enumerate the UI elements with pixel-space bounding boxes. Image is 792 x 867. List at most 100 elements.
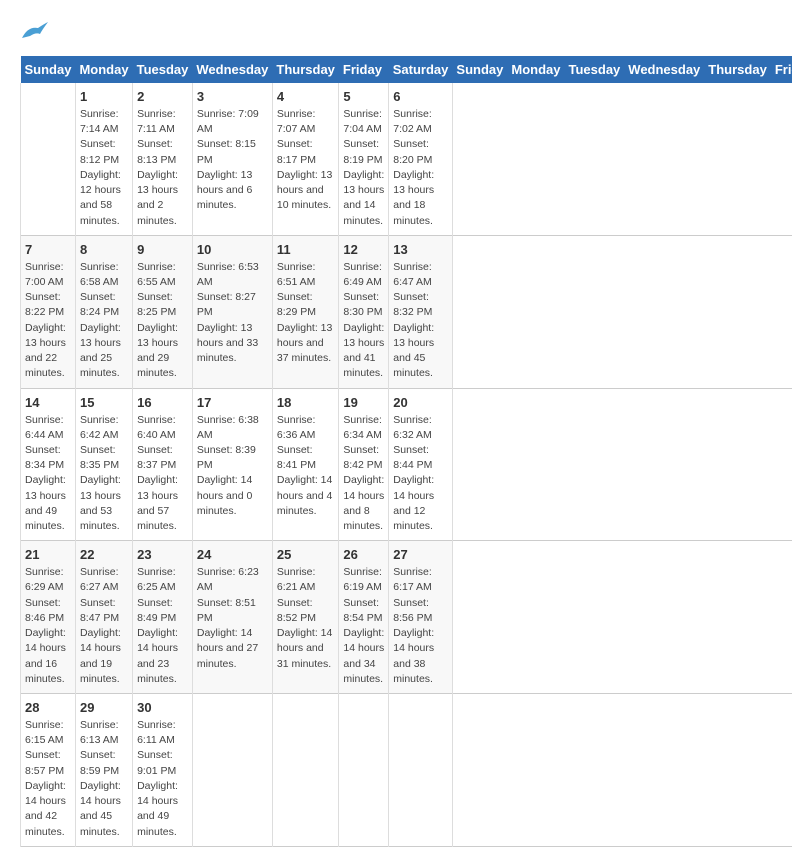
day-cell: 10 Sunrise: 6:53 AMSunset: 8:27 PMDayligh… — [192, 235, 272, 388]
day-info: Sunrise: 6:21 AMSunset: 8:52 PMDaylight:… — [277, 565, 335, 672]
logo-icon — [20, 20, 50, 44]
col-header-friday: Friday — [771, 56, 792, 83]
header-tuesday: Tuesday — [133, 56, 193, 83]
day-number: 5 — [343, 89, 384, 104]
day-cell — [389, 694, 453, 847]
day-number: 10 — [197, 242, 268, 257]
day-cell: 1Sunrise: 7:14 AMSunset: 8:12 PMDaylight… — [75, 83, 132, 235]
day-number: 29 — [80, 700, 128, 715]
day-info: Sunrise: 6:38 AMSunset: 8:39 PMDaylight:… — [197, 413, 268, 520]
header-friday: Friday — [339, 56, 389, 83]
day-info: Sunrise: 7:09 AMSunset: 8:15 PMDaylight:… — [197, 107, 268, 214]
week-row-1: 1Sunrise: 7:14 AMSunset: 8:12 PMDaylight… — [21, 83, 792, 235]
col-header-thursday: Thursday — [704, 56, 771, 83]
day-info: Sunrise: 6:51 AMSunset: 8:29 PMDaylight:… — [277, 260, 335, 367]
day-number: 27 — [393, 547, 448, 562]
day-info: Sunrise: 6:11 AMSunset: 9:01 PMDaylight:… — [137, 718, 188, 840]
day-number: 25 — [277, 547, 335, 562]
day-info: Sunrise: 6:47 AMSunset: 8:32 PMDaylight:… — [393, 260, 448, 382]
day-info: Sunrise: 6:17 AMSunset: 8:56 PMDaylight:… — [393, 565, 448, 687]
day-info: Sunrise: 7:02 AMSunset: 8:20 PMDaylight:… — [393, 107, 448, 229]
col-header-wednesday: Wednesday — [624, 56, 704, 83]
header-row: SundayMondayTuesdayWednesdayThursdayFrid… — [21, 56, 792, 83]
day-number: 16 — [137, 395, 188, 410]
day-info: Sunrise: 6:58 AMSunset: 8:24 PMDaylight:… — [80, 260, 128, 382]
day-info: Sunrise: 6:42 AMSunset: 8:35 PMDaylight:… — [80, 413, 128, 535]
day-cell: 29 Sunrise: 6:13 AMSunset: 8:59 PMDayligh… — [75, 694, 132, 847]
day-cell: 16Sunrise: 6:40 AMSunset: 8:37 PMDayligh… — [133, 388, 193, 541]
day-cell: 13 Sunrise: 6:47 AMSunset: 8:32 PMDayligh… — [389, 235, 453, 388]
day-cell: 2 Sunrise: 7:11 AMSunset: 8:13 PMDaylight… — [133, 83, 193, 235]
col-header-tuesday: Tuesday — [565, 56, 625, 83]
day-number: 7 — [25, 242, 71, 257]
day-info: Sunrise: 6:19 AMSunset: 8:54 PMDaylight:… — [343, 565, 384, 687]
day-info: Sunrise: 6:49 AMSunset: 8:30 PMDaylight:… — [343, 260, 384, 382]
week-row-4: 21 Sunrise: 6:29 AMSunset: 8:46 PMDayligh… — [21, 541, 792, 694]
day-cell: 4 Sunrise: 7:07 AMSunset: 8:17 PMDaylight… — [272, 83, 339, 235]
day-number: 22 — [80, 547, 128, 562]
day-cell: 18 Sunrise: 6:36 AMSunset: 8:41 PMDayligh… — [272, 388, 339, 541]
day-cell — [21, 83, 76, 235]
day-info: Sunrise: 6:36 AMSunset: 8:41 PMDaylight:… — [277, 413, 335, 520]
day-number: 3 — [197, 89, 268, 104]
day-info: Sunrise: 6:44 AMSunset: 8:34 PMDaylight:… — [25, 413, 71, 535]
day-number: 8 — [80, 242, 128, 257]
day-info: Sunrise: 6:34 AMSunset: 8:42 PMDaylight:… — [343, 413, 384, 535]
header-monday: Monday — [75, 56, 132, 83]
week-row-3: 14 Sunrise: 6:44 AMSunset: 8:34 PMDayligh… — [21, 388, 792, 541]
day-cell: 20 Sunrise: 6:32 AMSunset: 8:44 PMDayligh… — [389, 388, 453, 541]
day-info: Sunrise: 6:55 AMSunset: 8:25 PMDaylight:… — [137, 260, 188, 382]
day-cell: 12Sunrise: 6:49 AMSunset: 8:30 PMDayligh… — [339, 235, 389, 388]
day-cell: 22Sunrise: 6:27 AMSunset: 8:47 PMDayligh… — [75, 541, 132, 694]
day-cell: 7Sunrise: 7:00 AMSunset: 8:22 PMDaylight… — [21, 235, 76, 388]
day-number: 4 — [277, 89, 335, 104]
day-number: 13 — [393, 242, 448, 257]
day-number: 17 — [197, 395, 268, 410]
header-wednesday: Wednesday — [192, 56, 272, 83]
week-row-2: 7Sunrise: 7:00 AMSunset: 8:22 PMDaylight… — [21, 235, 792, 388]
day-number: 19 — [343, 395, 384, 410]
day-cell: 23 Sunrise: 6:25 AMSunset: 8:49 PMDayligh… — [133, 541, 193, 694]
day-info: Sunrise: 6:23 AMSunset: 8:51 PMDaylight:… — [197, 565, 268, 672]
day-info: Sunrise: 7:11 AMSunset: 8:13 PMDaylight:… — [137, 107, 188, 229]
day-number: 11 — [277, 242, 335, 257]
day-number: 20 — [393, 395, 448, 410]
day-info: Sunrise: 6:15 AMSunset: 8:57 PMDaylight:… — [25, 718, 71, 840]
day-number: 2 — [137, 89, 188, 104]
day-number: 6 — [393, 89, 448, 104]
day-info: Sunrise: 6:13 AMSunset: 8:59 PMDaylight:… — [80, 718, 128, 840]
day-info: Sunrise: 6:29 AMSunset: 8:46 PMDaylight:… — [25, 565, 71, 687]
day-number: 23 — [137, 547, 188, 562]
day-cell: 14 Sunrise: 6:44 AMSunset: 8:34 PMDayligh… — [21, 388, 76, 541]
day-info: Sunrise: 7:07 AMSunset: 8:17 PMDaylight:… — [277, 107, 335, 214]
day-number: 15 — [80, 395, 128, 410]
day-info: Sunrise: 6:53 AMSunset: 8:27 PMDaylight:… — [197, 260, 268, 367]
day-cell: 15 Sunrise: 6:42 AMSunset: 8:35 PMDayligh… — [75, 388, 132, 541]
day-cell: 21 Sunrise: 6:29 AMSunset: 8:46 PMDayligh… — [21, 541, 76, 694]
header-saturday: Saturday — [389, 56, 453, 83]
day-number: 21 — [25, 547, 71, 562]
day-info: Sunrise: 7:04 AMSunset: 8:19 PMDaylight:… — [343, 107, 384, 229]
day-cell: 3 Sunrise: 7:09 AMSunset: 8:15 PMDaylight… — [192, 83, 272, 235]
col-header-sunday: Sunday — [452, 56, 507, 83]
day-info: Sunrise: 6:25 AMSunset: 8:49 PMDaylight:… — [137, 565, 188, 687]
week-row-5: 28 Sunrise: 6:15 AMSunset: 8:57 PMDayligh… — [21, 694, 792, 847]
day-cell: 6 Sunrise: 7:02 AMSunset: 8:20 PMDaylight… — [389, 83, 453, 235]
logo — [20, 20, 54, 44]
day-cell: 17 Sunrise: 6:38 AMSunset: 8:39 PMDayligh… — [192, 388, 272, 541]
day-cell: 11 Sunrise: 6:51 AMSunset: 8:29 PMDayligh… — [272, 235, 339, 388]
day-number: 28 — [25, 700, 71, 715]
day-number: 1 — [80, 89, 128, 104]
header-thursday: Thursday — [272, 56, 339, 83]
day-number: 14 — [25, 395, 71, 410]
day-info: Sunrise: 6:32 AMSunset: 8:44 PMDaylight:… — [393, 413, 448, 535]
day-cell: 30 Sunrise: 6:11 AMSunset: 9:01 PMDayligh… — [133, 694, 193, 847]
day-cell: 19 Sunrise: 6:34 AMSunset: 8:42 PMDayligh… — [339, 388, 389, 541]
day-cell — [272, 694, 339, 847]
day-number: 9 — [137, 242, 188, 257]
day-cell: 26Sunrise: 6:19 AMSunset: 8:54 PMDayligh… — [339, 541, 389, 694]
day-number: 18 — [277, 395, 335, 410]
day-cell: 28 Sunrise: 6:15 AMSunset: 8:57 PMDayligh… — [21, 694, 76, 847]
day-number: 30 — [137, 700, 188, 715]
day-cell: 27 Sunrise: 6:17 AMSunset: 8:56 PMDayligh… — [389, 541, 453, 694]
